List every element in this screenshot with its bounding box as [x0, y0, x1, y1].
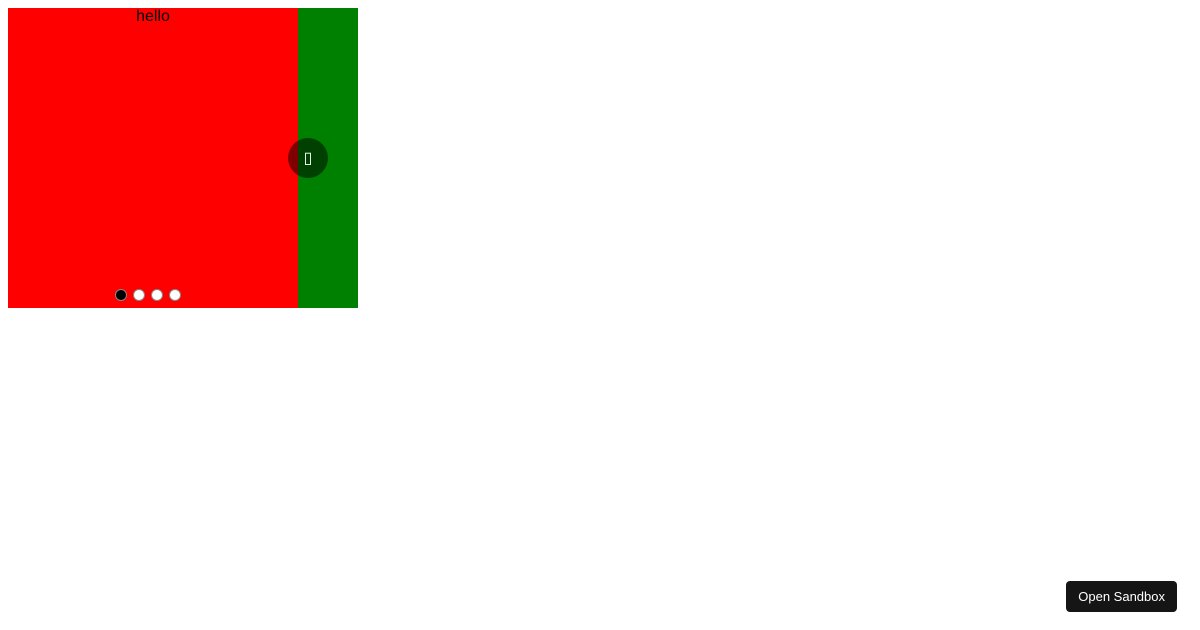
carousel-dot-1[interactable]	[115, 289, 127, 301]
carousel-dot-4[interactable]	[169, 289, 181, 301]
slide-1: hello	[8, 8, 298, 308]
slide-1-label: hello	[136, 8, 170, 25]
carousel-dots	[8, 288, 358, 306]
carousel-dot-2[interactable]	[133, 289, 145, 301]
chevron-right-icon: ▯	[304, 148, 313, 168]
carousel: hello ▯	[8, 8, 358, 308]
open-sandbox-button[interactable]: Open Sandbox	[1066, 581, 1177, 612]
carousel-dot-3[interactable]	[151, 289, 163, 301]
carousel-next-button[interactable]: ▯	[288, 138, 328, 178]
